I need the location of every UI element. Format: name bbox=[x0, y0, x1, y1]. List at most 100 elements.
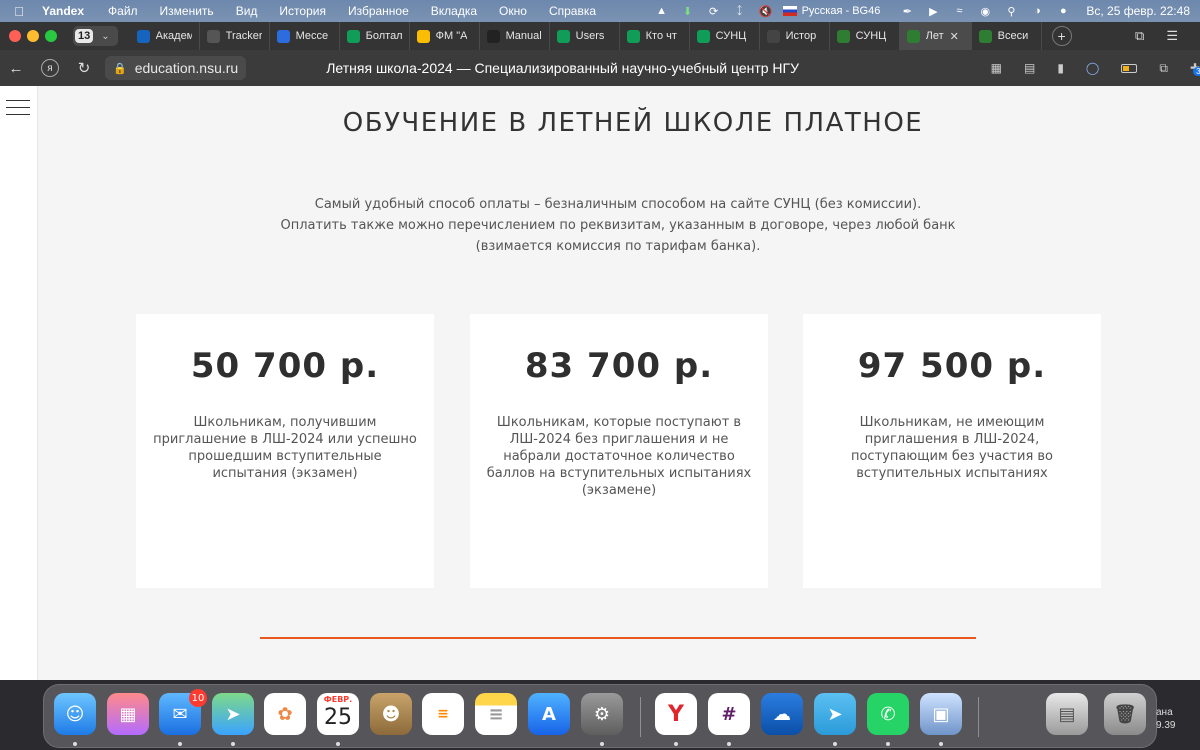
downloads-stack-icon[interactable]: ▤ bbox=[1046, 693, 1088, 735]
bluetooth-icon[interactable]: ᛨ bbox=[729, 0, 751, 22]
running-indicator bbox=[73, 742, 77, 746]
menu-tab[interactable]: Вкладка bbox=[431, 4, 477, 18]
mail-icon[interactable]: ✉ 10 bbox=[159, 689, 207, 735]
mute-icon[interactable]: 🔇 bbox=[755, 0, 777, 22]
page-title: Летняя школа-2024 — Специализированный н… bbox=[326, 60, 800, 76]
calendar-month: ФЕВР. bbox=[323, 695, 353, 704]
whatsapp-icon[interactable]: ✆ bbox=[867, 693, 909, 735]
sync-icon[interactable]: ⟳ bbox=[703, 0, 725, 22]
menu-edit[interactable]: Изменить bbox=[160, 4, 214, 18]
preview-icon[interactable]: ▣ bbox=[920, 693, 962, 735]
wifi-icon[interactable]: ≈ bbox=[948, 0, 970, 22]
browser-tab[interactable]: Users bbox=[550, 22, 620, 50]
tab-favicon-icon bbox=[556, 29, 570, 43]
tab-count-button[interactable]: 13 ⌄ bbox=[73, 26, 118, 46]
calendar-icon[interactable]: ФЕВР. 25 bbox=[317, 693, 359, 735]
minimize-window-button[interactable] bbox=[27, 30, 39, 42]
menu-view[interactable]: Вид bbox=[236, 4, 258, 18]
tab-favicon-icon bbox=[136, 29, 150, 43]
back-button[interactable]: ← bbox=[5, 57, 27, 79]
menu-app-name[interactable]: Yandex bbox=[42, 4, 84, 18]
maps-icon[interactable]: ➤ bbox=[212, 693, 254, 735]
browser-tab[interactable]: Manual bbox=[480, 22, 550, 50]
price-value: 97 500 р. bbox=[857, 346, 1047, 386]
keyboard-layout[interactable]: Русская - ВG46 bbox=[782, 5, 881, 17]
url-field[interactable]: 🔒 education.nsu.ru bbox=[105, 56, 247, 80]
contacts-icon[interactable]: ☻ bbox=[370, 693, 412, 735]
calendar-day: 25 bbox=[324, 705, 352, 730]
tab-favicon-icon bbox=[978, 29, 992, 43]
browser-tab[interactable]: СУНЦ bbox=[690, 22, 760, 50]
browser-tab[interactable]: СУНЦ bbox=[830, 22, 900, 50]
stylus-icon[interactable]: ✒ bbox=[896, 0, 918, 22]
reminders-icon[interactable]: ≡ bbox=[422, 693, 464, 735]
clock[interactable]: Вс, 25 февр. 22:48 bbox=[1086, 4, 1190, 18]
browser-tab[interactable]: Всеси bbox=[972, 22, 1042, 50]
download-icon[interactable]: ⬇ bbox=[677, 0, 699, 22]
extension-c-icon[interactable]: ◯ bbox=[1086, 61, 1099, 75]
browser-tab[interactable]: Мессе bbox=[270, 22, 340, 50]
window-controls bbox=[9, 30, 63, 42]
new-tab-button[interactable]: + bbox=[1051, 26, 1072, 46]
photos-icon[interactable]: ✿ bbox=[264, 693, 306, 735]
running-indicator bbox=[231, 742, 235, 746]
menu-icon[interactable]: ☰ bbox=[1166, 28, 1178, 44]
launchpad-icon[interactable]: ▦ bbox=[107, 693, 149, 735]
user-icon[interactable]: ◉ bbox=[974, 0, 996, 22]
tab-label: Болтал bbox=[365, 30, 402, 42]
trash-icon[interactable]: 🗑 bbox=[1104, 693, 1146, 735]
close-tab-icon[interactable]: ✕ bbox=[950, 30, 959, 43]
price-value: 83 700 р. bbox=[524, 346, 714, 386]
settings-gear-icon[interactable]: ⚙ bbox=[581, 693, 623, 735]
menu-history[interactable]: История bbox=[279, 4, 326, 18]
openoffice-icon[interactable]: ☁ bbox=[761, 693, 803, 735]
siri-icon[interactable]: ● bbox=[1052, 0, 1074, 22]
search-icon[interactable]: ⚲ bbox=[1000, 0, 1022, 22]
browser-tab[interactable]: Болтал bbox=[340, 22, 410, 50]
apple-icon[interactable]:  bbox=[10, 4, 28, 19]
menu-help[interactable]: Справка bbox=[549, 4, 596, 18]
battery-icon[interactable] bbox=[1121, 63, 1138, 73]
menu-file[interactable]: Файл bbox=[108, 4, 138, 18]
collections-icon[interactable]: ⧉ bbox=[1159, 61, 1168, 76]
play-icon[interactable]: ▶ bbox=[922, 0, 944, 22]
tab-label: СУНЦ bbox=[715, 30, 747, 42]
control-center-icon[interactable]: ◑ bbox=[1026, 0, 1048, 22]
tab-tools: ⧉ ☰ bbox=[1135, 28, 1200, 44]
running-indicator bbox=[833, 742, 837, 746]
extension-icon[interactable]: ✚33 bbox=[1190, 61, 1200, 76]
browser-tab[interactable]: Tracker bbox=[200, 22, 270, 50]
price-description: Школьникам, не имеющим приглашения в ЛШ-… bbox=[850, 415, 1054, 481]
browser-tab[interactable]: Кто чт bbox=[620, 22, 690, 50]
tab-favicon-icon bbox=[906, 29, 920, 43]
reader-icon[interactable]: ▤ bbox=[1024, 61, 1035, 75]
app-store-icon[interactable]: A bbox=[528, 693, 570, 735]
telegram-icon[interactable]: ➤ bbox=[814, 693, 856, 735]
zoom-window-button[interactable] bbox=[45, 30, 57, 42]
upload-icon[interactable]: ▲ bbox=[651, 0, 673, 22]
tab-label: Всеси bbox=[997, 30, 1029, 42]
browser-tab[interactable]: Лет ✕ bbox=[899, 22, 972, 50]
menu-window[interactable]: Окно bbox=[499, 4, 527, 18]
browser-tab[interactable]: ФМ "А bbox=[410, 22, 480, 50]
close-window-button[interactable] bbox=[9, 30, 21, 42]
slack-icon[interactable]: # bbox=[708, 693, 750, 735]
tab-favicon-icon bbox=[206, 29, 220, 43]
finder-icon[interactable]: ☺ bbox=[54, 693, 96, 735]
tab-label: Кто чт bbox=[645, 30, 677, 42]
browser-tab[interactable]: Истор bbox=[760, 22, 830, 50]
keyboard-layout-label: Русская - ВG46 bbox=[801, 5, 881, 17]
menu-favorites[interactable]: Избранное bbox=[348, 4, 409, 18]
yandex-icon[interactable]: я bbox=[41, 59, 59, 77]
browser-tab[interactable]: Академ bbox=[130, 22, 200, 50]
tab-favicon-icon bbox=[836, 29, 850, 43]
bookmark-icon[interactable]: ▮ bbox=[1057, 61, 1064, 75]
tab-favicon-icon bbox=[486, 29, 500, 43]
hamburger-menu-icon[interactable] bbox=[6, 100, 30, 116]
notes-icon[interactable]: ≡ bbox=[475, 693, 517, 735]
tab-manager-icon[interactable]: ⧉ bbox=[1135, 28, 1144, 44]
mail-badge: 10 bbox=[189, 689, 207, 707]
apps-icon[interactable]: ▦ bbox=[991, 61, 1002, 75]
yandex-browser-icon[interactable]: Y bbox=[655, 693, 697, 735]
reload-button[interactable]: ↻ bbox=[73, 57, 95, 79]
